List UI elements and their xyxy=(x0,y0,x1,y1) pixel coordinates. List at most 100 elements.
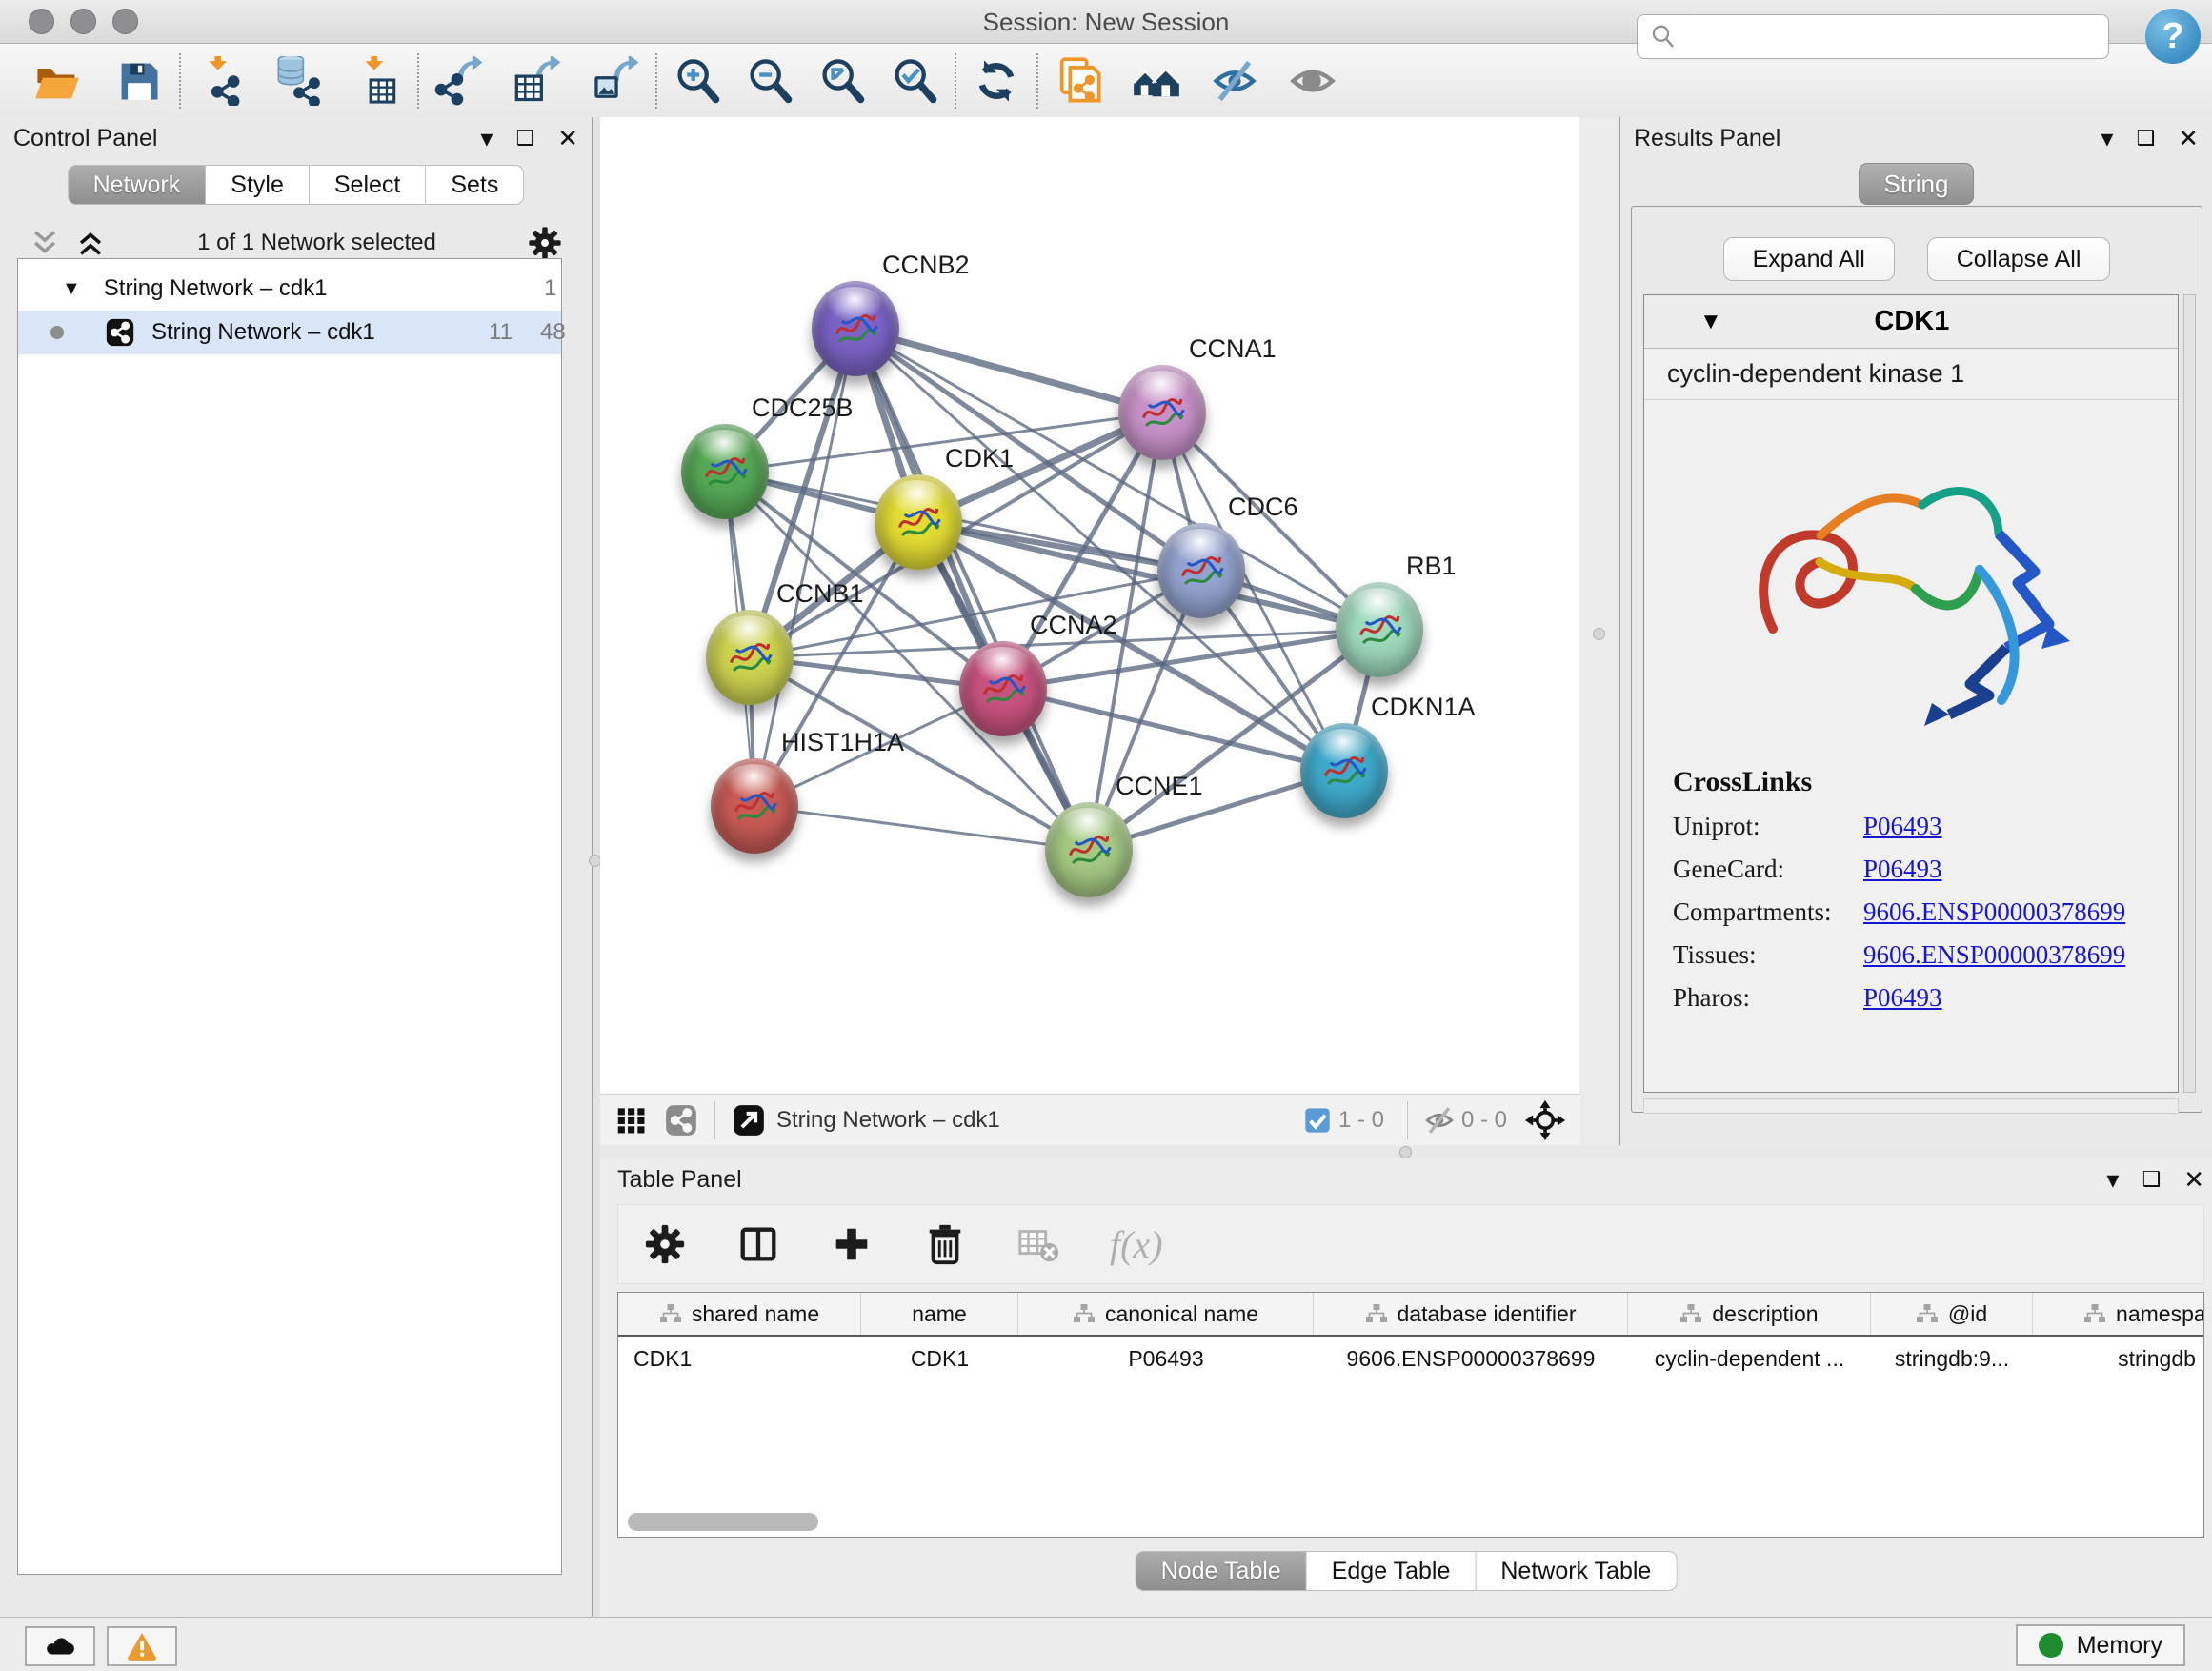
column-header-database-identifier[interactable]: database identifier xyxy=(1314,1293,1628,1335)
network-node-ccna2[interactable] xyxy=(959,641,1047,736)
zoom-in-button[interactable] xyxy=(671,54,724,108)
left-splitter[interactable] xyxy=(593,117,600,1617)
panel-close-icon[interactable]: ✕ xyxy=(2178,126,2199,151)
column-header-name[interactable]: name xyxy=(861,1293,1018,1335)
table-cell[interactable]: CDK1 xyxy=(861,1337,1018,1380)
network-options-gear-icon[interactable] xyxy=(527,225,563,261)
help-button[interactable]: ? xyxy=(2145,9,2201,64)
tab-style[interactable]: Style xyxy=(206,165,310,205)
collapse-entry-icon[interactable]: ▼ xyxy=(1699,309,1722,335)
network-node-ccnb2[interactable] xyxy=(812,281,899,376)
zoom-selected-button[interactable] xyxy=(888,54,941,108)
expand-all-tree-icon[interactable] xyxy=(74,227,107,259)
table-options-gear-icon[interactable] xyxy=(643,1222,687,1266)
table-horizontal-scrollbar[interactable] xyxy=(628,1513,818,1531)
table-cell[interactable]: stringdb xyxy=(2033,1337,2204,1380)
panel-float-icon[interactable]: ❑ xyxy=(515,128,534,149)
network-node-ccnb1[interactable] xyxy=(706,610,794,705)
network-edge[interactable] xyxy=(918,522,1379,630)
crosslink-link[interactable]: P06493 xyxy=(1863,812,1942,841)
open-session-button[interactable] xyxy=(30,54,84,108)
panel-float-icon[interactable]: ❑ xyxy=(2142,1169,2161,1190)
panel-menu-icon[interactable]: ▾ xyxy=(2106,1167,2119,1192)
network-node-cdc6[interactable] xyxy=(1157,523,1245,618)
selected-checkbox-icon[interactable] xyxy=(1302,1105,1333,1136)
zoom-out-button[interactable] xyxy=(743,54,796,108)
tab-network[interactable]: Network xyxy=(68,165,207,205)
horizontal-splitter-handle[interactable] xyxy=(1399,1146,1412,1158)
duplicate-network-button[interactable] xyxy=(1052,54,1105,108)
network-node-cdkn1a[interactable] xyxy=(1300,723,1388,818)
tab-node-table[interactable]: Node Table xyxy=(1136,1551,1307,1591)
results-horizontal-scrollbar[interactable] xyxy=(1643,1098,2179,1114)
apply-layout-button[interactable] xyxy=(970,54,1023,108)
network-node-cdk1[interactable] xyxy=(875,474,962,570)
table-cell[interactable]: CDK1 xyxy=(618,1337,861,1380)
network-node-ccne1[interactable] xyxy=(1045,802,1133,897)
show-columns-icon[interactable] xyxy=(736,1222,780,1266)
crosslink-link[interactable]: 9606.ENSP00000378699 xyxy=(1863,940,2125,970)
network-node-rb1[interactable] xyxy=(1336,582,1423,677)
save-session-button[interactable] xyxy=(112,54,166,108)
crosslink-link[interactable]: P06493 xyxy=(1863,983,1942,1013)
table-cell[interactable]: cyclin-dependent ... xyxy=(1628,1337,1871,1380)
memory-button[interactable]: Memory xyxy=(2016,1624,2185,1666)
toolbar-search[interactable] xyxy=(1637,14,2109,59)
hidden-eye-icon[interactable] xyxy=(1423,1104,1456,1137)
tab-string[interactable]: String xyxy=(1859,163,1975,205)
network-collection-row[interactable]: ▼ String Network – cdk1 1 xyxy=(18,267,561,311)
table-cell[interactable]: P06493 xyxy=(1018,1337,1314,1380)
node-card-header[interactable]: ▼ CDK1 xyxy=(1644,295,2178,349)
network-edge[interactable] xyxy=(754,806,1089,850)
table-cell[interactable]: 9606.ENSP00000378699 xyxy=(1314,1337,1628,1380)
detach-view-icon[interactable] xyxy=(731,1102,767,1138)
show-all-button[interactable] xyxy=(1286,54,1339,108)
import-network-database-button[interactable] xyxy=(272,54,326,108)
export-table-button[interactable] xyxy=(511,54,564,108)
panel-float-icon[interactable]: ❑ xyxy=(2136,128,2155,149)
results-vertical-scrollbar[interactable] xyxy=(2183,294,2196,1093)
collection-expander-icon[interactable]: ▼ xyxy=(62,278,81,300)
export-network-button[interactable] xyxy=(432,54,486,108)
column-header-shared-name[interactable]: shared name xyxy=(618,1293,861,1335)
hide-selected-button[interactable] xyxy=(1208,54,1261,108)
right-splitter-handle[interactable] xyxy=(1593,628,1605,640)
column-header-canonical-name[interactable]: canonical name xyxy=(1018,1293,1314,1335)
tab-network-table[interactable]: Network Table xyxy=(1476,1551,1677,1591)
houses-button[interactable] xyxy=(1130,54,1183,108)
center-view-icon[interactable] xyxy=(1524,1099,1566,1141)
panel-close-icon[interactable]: ✕ xyxy=(557,126,578,151)
tab-edge-table[interactable]: Edge Table xyxy=(1307,1551,1477,1591)
column-header--id[interactable]: @id xyxy=(1871,1293,2033,1335)
cloud-status-button[interactable] xyxy=(25,1626,95,1666)
crosslink-link[interactable]: 9606.ENSP00000378699 xyxy=(1863,897,2125,927)
crosslink-link[interactable]: P06493 xyxy=(1863,855,1942,884)
search-input[interactable] xyxy=(1685,24,2108,50)
panel-menu-icon[interactable]: ▾ xyxy=(2101,126,2113,151)
grid-view-icon[interactable] xyxy=(613,1102,650,1138)
export-image-button[interactable] xyxy=(589,54,642,108)
tab-sets[interactable]: Sets xyxy=(426,165,524,205)
network-edge[interactable] xyxy=(855,329,1089,850)
delete-column-icon[interactable] xyxy=(923,1222,967,1266)
expand-all-button[interactable]: Expand All xyxy=(1723,237,1895,281)
network-row[interactable]: String Network – cdk1 11 48 xyxy=(18,311,561,354)
tab-select[interactable]: Select xyxy=(310,165,426,205)
column-header-description[interactable]: description xyxy=(1628,1293,1871,1335)
network-node-ccna1[interactable] xyxy=(1118,365,1206,460)
network-node-cdc25b[interactable] xyxy=(681,424,769,519)
collapse-all-button[interactable]: Collapse All xyxy=(1927,237,2111,281)
string-share-icon[interactable] xyxy=(663,1102,699,1138)
add-column-icon[interactable] xyxy=(830,1222,874,1266)
network-node-hist1h1a[interactable] xyxy=(711,758,798,854)
zoom-fit-button[interactable] xyxy=(815,54,869,108)
import-network-file-button[interactable] xyxy=(194,54,248,108)
collapse-all-tree-icon[interactable] xyxy=(29,227,61,259)
function-builder-icon[interactable]: f(x) xyxy=(1110,1222,1163,1267)
column-header-namespace[interactable]: namespace xyxy=(2033,1293,2204,1335)
warnings-button[interactable] xyxy=(107,1626,177,1666)
network-canvas[interactable]: CCNB2CCNA1CDC25BCDK1CDC6RB1CCNB1CCNA2CDK… xyxy=(600,117,1579,1094)
table-cell[interactable]: stringdb:9... xyxy=(1871,1337,2033,1380)
panel-close-icon[interactable]: ✕ xyxy=(2183,1167,2204,1192)
import-table-button[interactable] xyxy=(351,54,404,108)
